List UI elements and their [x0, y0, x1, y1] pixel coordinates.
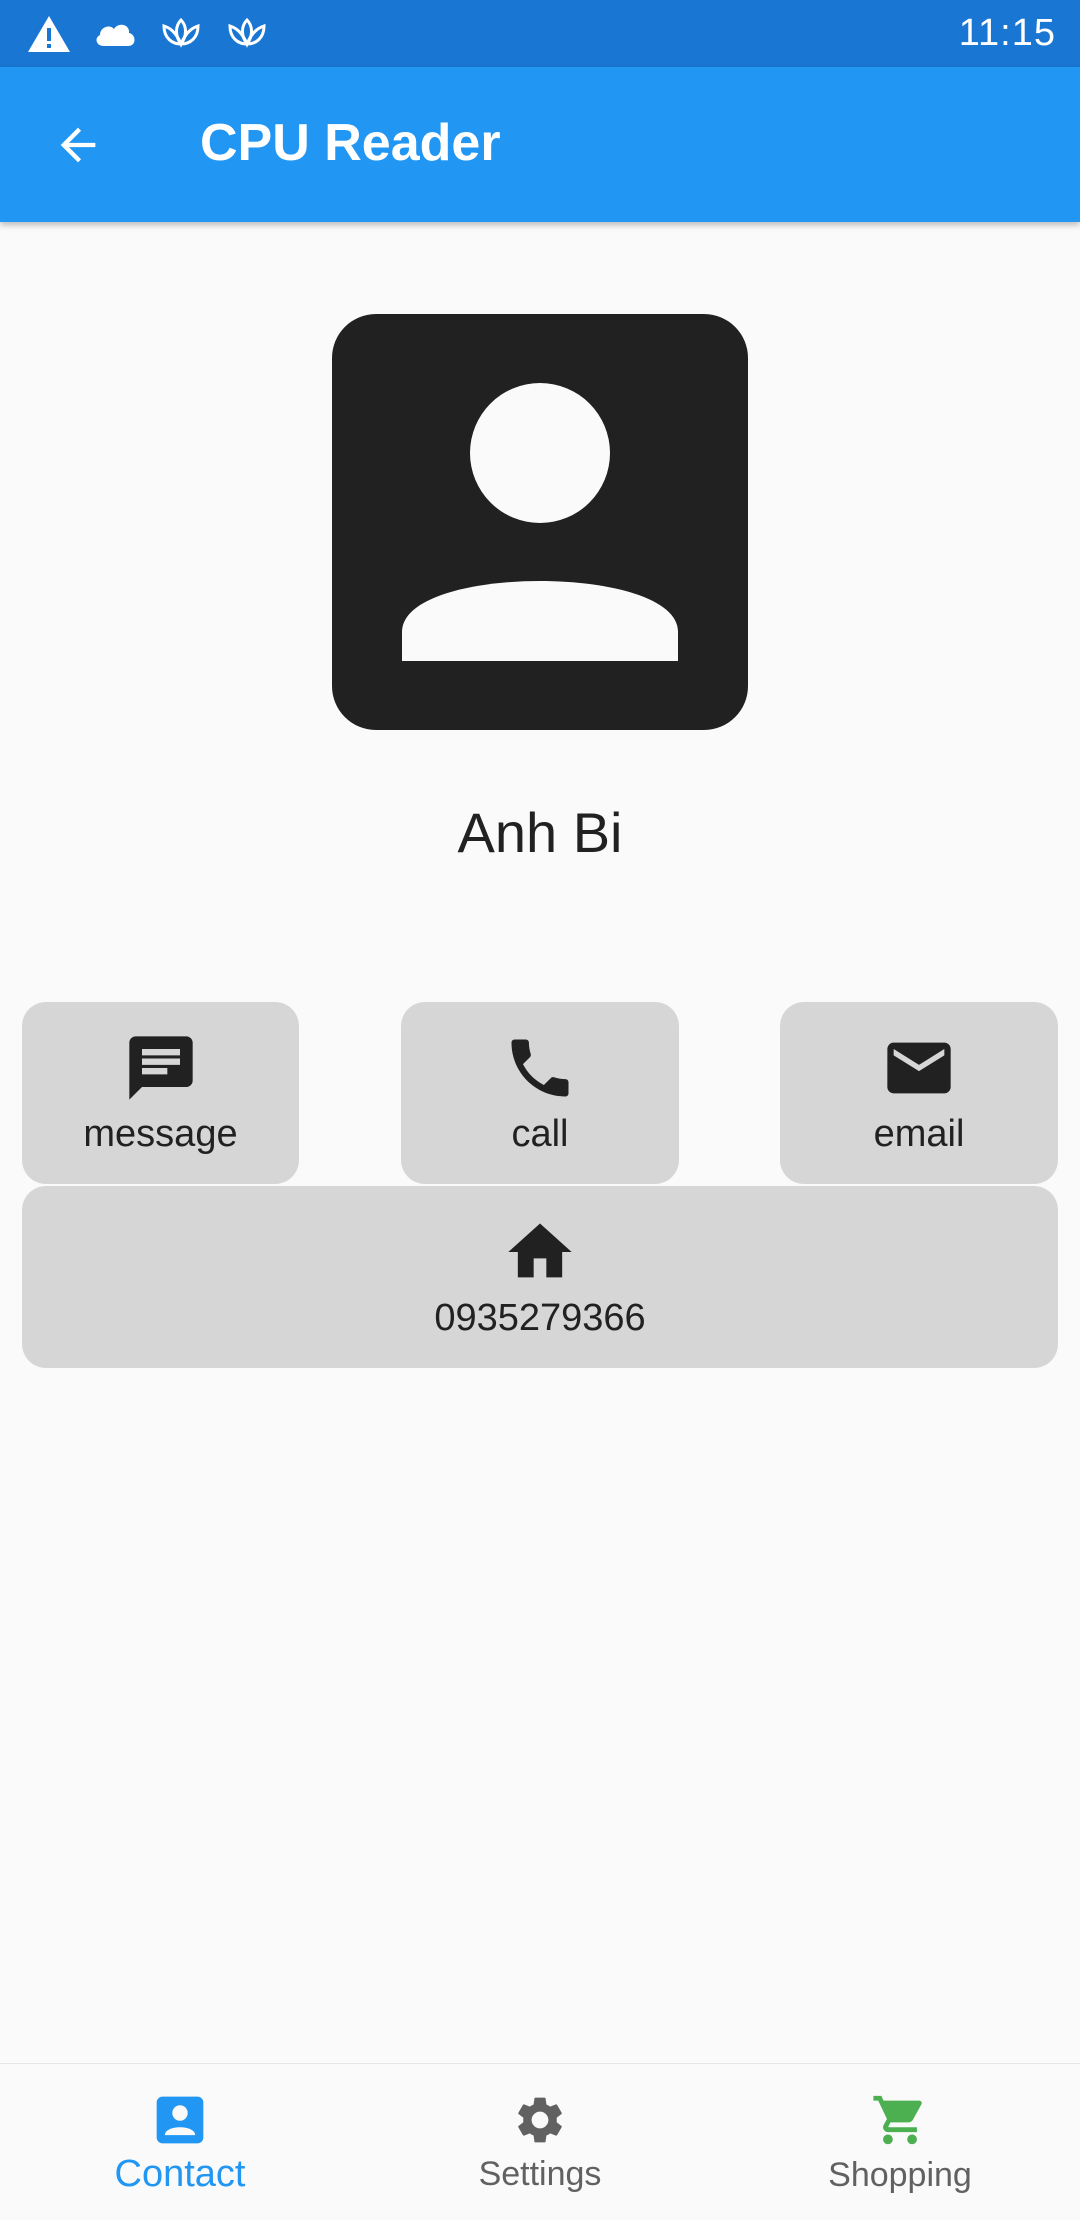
message-label: message — [83, 1113, 238, 1155]
nav-label-shopping: Shopping — [828, 2155, 972, 2194]
gear-icon — [518, 2097, 562, 2142]
avatar — [332, 314, 748, 730]
call-button[interactable]: call — [401, 1002, 679, 1184]
email-label: email — [873, 1113, 965, 1155]
contact-icon — [156, 2096, 204, 2143]
home-phone-button[interactable]: 0935279366 — [22, 1186, 1058, 1368]
nav-item-settings[interactable]: Settings — [360, 2064, 720, 2220]
nav-label-settings: Settings — [478, 2154, 602, 2193]
contact-name: Anh Bi — [457, 801, 623, 864]
status-bar: 11:15 — [0, 0, 1080, 67]
page-title: CPU Reader — [200, 114, 501, 172]
status-time: 11:15 — [958, 12, 1056, 54]
cart-icon — [873, 2095, 922, 2144]
nav-label-contact: Contact — [114, 2152, 246, 2195]
cloud-icon — [92, 18, 138, 50]
mail-icon — [887, 1042, 951, 1094]
arrow-back-icon — [60, 127, 96, 163]
nav-item-shopping[interactable]: Shopping — [720, 2064, 1080, 2220]
phone-icon — [511, 1039, 569, 1097]
call-label: call — [511, 1113, 569, 1155]
warning-icon — [26, 14, 72, 54]
status-icons — [26, 10, 270, 58]
bottom-navigation: Contact Settings Shopping — [0, 2063, 1080, 2220]
home-phone-label: 0935279366 — [434, 1297, 646, 1339]
message-button[interactable]: message — [22, 1002, 299, 1184]
email-button[interactable]: email — [780, 1002, 1058, 1184]
message-icon — [128, 1036, 193, 1100]
person-icon — [402, 383, 678, 661]
lotus-icon — [224, 16, 270, 52]
back-button[interactable] — [48, 115, 108, 175]
app-bar: CPU Reader — [0, 67, 1080, 222]
nav-item-contact[interactable]: Contact — [0, 2064, 360, 2220]
lotus-icon — [158, 16, 204, 52]
home-icon — [508, 1223, 572, 1278]
screen: 11:15 CPU Reader Anh Bi message call ema… — [0, 0, 1080, 2220]
